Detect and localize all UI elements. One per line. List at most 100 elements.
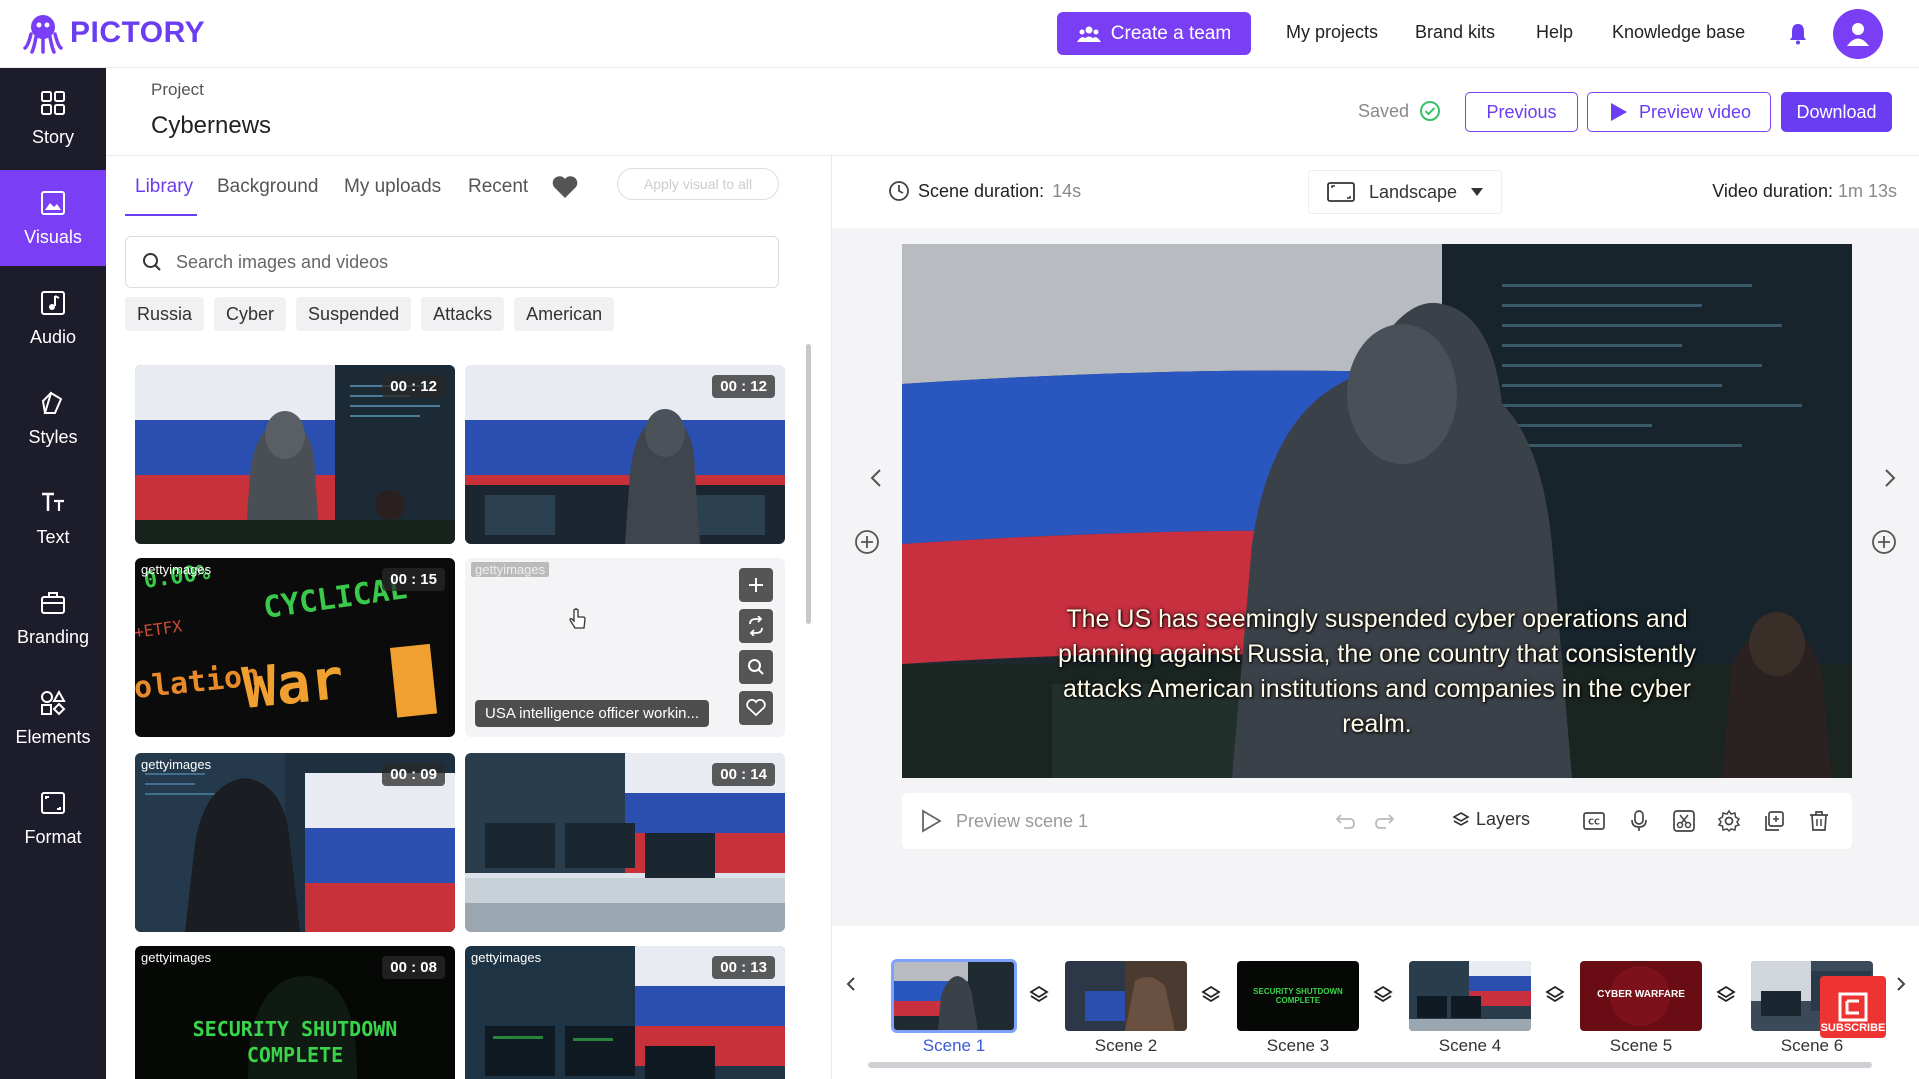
add-to-scene-button[interactable] — [739, 568, 773, 602]
grid-icon — [41, 90, 65, 115]
scene-label-5[interactable]: Scene 5 — [1580, 1036, 1702, 1056]
sidebar-item-styles[interactable]: Styles — [0, 370, 106, 466]
scene-thumbnail-2[interactable] — [1065, 961, 1187, 1031]
sidebar-item-text[interactable]: Text — [0, 470, 106, 566]
timeline-left-chevron-icon[interactable] — [844, 975, 858, 993]
sidebar-item-format[interactable]: Format — [0, 770, 106, 866]
media-thumbnail[interactable]: gettyimages 00 : 13 — [465, 946, 785, 1079]
project-title[interactable]: Cybernews — [151, 112, 271, 140]
scene-layers-icon[interactable] — [1542, 982, 1568, 1008]
scene-layers-icon[interactable] — [1198, 982, 1224, 1008]
favorite-button[interactable] — [739, 691, 773, 725]
sidebar-item-branding[interactable]: Branding — [0, 570, 106, 666]
scene-label-6[interactable]: Scene 6 — [1751, 1036, 1873, 1056]
check-circle-icon — [1420, 101, 1441, 121]
media-thumbnail[interactable]: 00 : 12 — [135, 365, 455, 544]
preview-scene-button[interactable]: Preview scene 1 — [920, 809, 1088, 833]
media-thumbnail[interactable]: 00 : 14 — [465, 753, 785, 932]
undo-icon[interactable] — [1332, 809, 1356, 833]
scene-layers-icon[interactable] — [1026, 982, 1052, 1008]
tab-background[interactable]: Background — [217, 176, 318, 198]
media-thumbnail[interactable]: 0.00% CYCLICAL +ETFX olation War gettyim… — [135, 558, 455, 737]
closed-captions-icon[interactable]: CC — [1582, 809, 1606, 833]
ticker-text: War — [240, 647, 347, 722]
chip-russia[interactable]: Russia — [125, 297, 205, 331]
chip-cyber[interactable]: Cyber — [214, 297, 287, 331]
sidebar-item-label: Audio — [29, 326, 77, 347]
nav-help[interactable]: Help — [1536, 22, 1573, 43]
sidebar-item-label: Story — [31, 126, 74, 147]
chip-american[interactable]: American — [514, 297, 615, 331]
replace-button[interactable] — [739, 609, 773, 643]
scene-label-1[interactable]: Scene 1 — [893, 1036, 1015, 1056]
scene-thumbnail-4[interactable] — [1409, 961, 1531, 1031]
microphone-icon[interactable] — [1627, 809, 1651, 833]
sidebar-item-elements[interactable]: Elements — [0, 670, 106, 766]
zoom-preview-button[interactable] — [739, 650, 773, 684]
sidebar-item-visuals[interactable]: Visuals — [0, 170, 106, 266]
duration-badge: 00 : 12 — [382, 375, 445, 398]
apply-visual-to-all-button[interactable]: Apply visual to all — [617, 168, 779, 200]
download-button[interactable]: Download — [1781, 92, 1892, 132]
trash-icon[interactable] — [1807, 809, 1831, 833]
preview-video-button[interactable]: Preview video — [1587, 92, 1771, 132]
layers-label: Layers — [1476, 809, 1531, 829]
sidebar-item-label: Branding — [16, 626, 90, 647]
saved-label: Saved — [1358, 100, 1410, 121]
sidebar-item-audio[interactable]: Audio — [0, 270, 106, 366]
settings-gear-icon[interactable] — [1717, 809, 1741, 833]
chip-suspended[interactable]: Suspended — [296, 297, 412, 331]
tab-library[interactable]: Library — [135, 176, 193, 198]
subscribe-badge[interactable]: SUBSCRIBE — [1820, 976, 1886, 1038]
sidebar-item-label: Elements — [15, 726, 91, 747]
layers-button[interactable]: Layers — [1452, 809, 1530, 830]
sidebar-item-story[interactable]: Story — [0, 70, 106, 166]
scene-duration-value[interactable]: 14s — [1052, 181, 1081, 202]
redo-icon[interactable] — [1374, 809, 1398, 833]
scene-preview[interactable]: The US has seemingly suspended cyber ope… — [902, 244, 1852, 778]
create-team-button[interactable]: Create a team — [1057, 12, 1251, 55]
user-avatar[interactable] — [1833, 9, 1883, 59]
timeline-scrollbar[interactable] — [868, 1062, 1872, 1068]
preview-scene-label: Preview scene 1 — [956, 810, 1089, 831]
scene-thumbnail-3[interactable]: SECURITY SHUTDOWN COMPLETE — [1237, 961, 1359, 1031]
duplicate-icon[interactable] — [1762, 809, 1786, 833]
scene-thumbnail-1[interactable] — [891, 959, 1017, 1033]
scene-layers-icon[interactable] — [1370, 982, 1396, 1008]
previous-button[interactable]: Previous — [1465, 92, 1578, 132]
media-thumbnail[interactable]: gettyimages 00 : 08 SECURITY SHUTDOWN CO… — [135, 946, 455, 1079]
logo[interactable]: PICTORY — [22, 12, 205, 54]
bell-icon[interactable] — [1786, 22, 1810, 46]
svg-text:CC: CC — [1588, 818, 1600, 827]
nav-brand-kits[interactable]: Brand kits — [1415, 22, 1495, 43]
prev-scene-chevron-icon[interactable] — [865, 466, 889, 490]
timeline-right-chevron-icon[interactable] — [1894, 975, 1908, 993]
music-icon — [41, 290, 65, 315]
next-scene-chevron-icon[interactable] — [1877, 466, 1901, 490]
tab-recent[interactable]: Recent — [468, 176, 528, 198]
scene-label-3[interactable]: Scene 3 — [1237, 1036, 1359, 1056]
scissors-icon[interactable] — [1672, 809, 1696, 833]
nav-knowledge-base[interactable]: Knowledge base — [1612, 22, 1745, 43]
scene-label-2[interactable]: Scene 2 — [1065, 1036, 1187, 1056]
media-thumbnail[interactable]: 00 : 12 — [465, 365, 785, 544]
scene-image — [893, 961, 1015, 1031]
scene-label-4[interactable]: Scene 4 — [1409, 1036, 1531, 1056]
search-input[interactable] — [176, 251, 736, 273]
media-thumbnail[interactable]: gettyimages 00 : 09 — [135, 753, 455, 932]
tab-my-uploads[interactable]: My uploads — [344, 176, 441, 198]
hand-cursor-icon — [569, 608, 586, 629]
add-scene-before-icon[interactable] — [854, 529, 880, 555]
nav-my-projects[interactable]: My projects — [1286, 22, 1378, 43]
scene-image — [1409, 961, 1531, 1031]
scene-layers-icon[interactable] — [1713, 982, 1739, 1008]
scene-thumbnail-5[interactable]: CYBER WARFARE — [1580, 961, 1702, 1031]
favorites-heart-icon[interactable] — [551, 174, 579, 200]
media-thumbnail-hovered[interactable]: gettyimages USA intelligence officer wor… — [465, 558, 785, 737]
chip-attacks[interactable]: Attacks — [421, 297, 505, 331]
orientation-dropdown[interactable]: Landscape — [1308, 170, 1502, 214]
create-team-label: Create a team — [1110, 22, 1232, 44]
add-scene-after-icon[interactable] — [1871, 529, 1897, 555]
scene-caption[interactable]: The US has seemingly suspended cyber ope… — [1042, 602, 1712, 742]
library-scrollbar[interactable] — [806, 344, 811, 624]
